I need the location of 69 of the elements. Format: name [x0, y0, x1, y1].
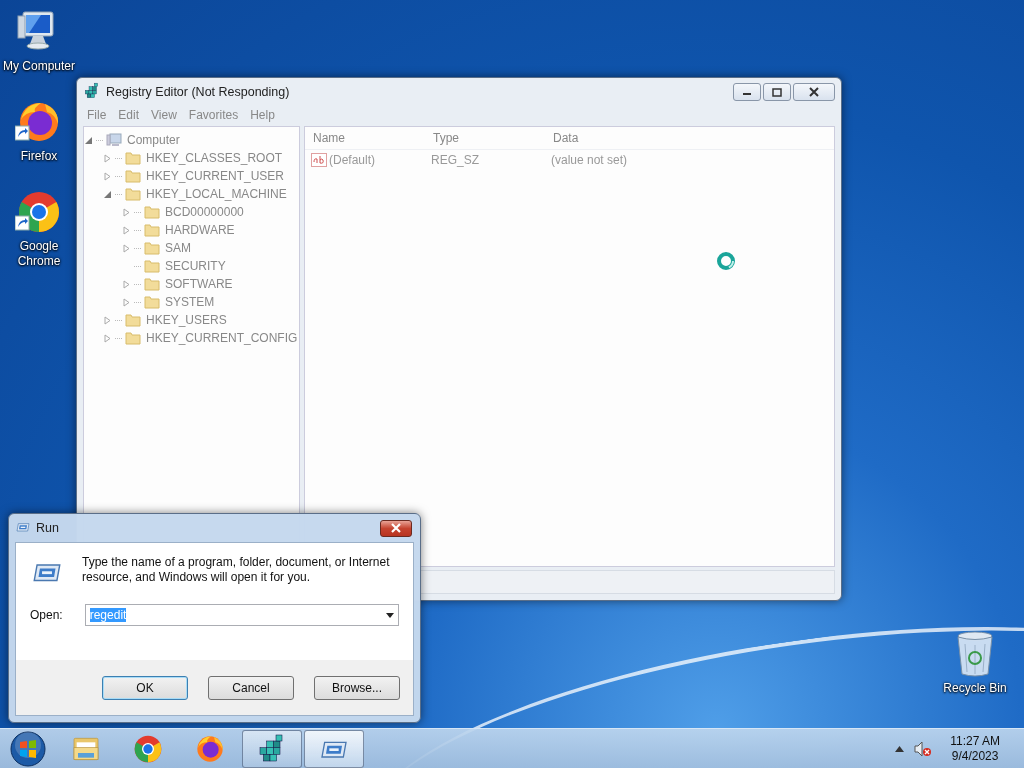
- run-instructions: Type the name of a program, folder, document, or Internet resource, and Windows will open it for you.: [82, 555, 391, 586]
- show-hidden-icons-icon[interactable]: [895, 746, 905, 752]
- clock-date[interactable]: 9/4/2023: [951, 749, 999, 764]
- value-data: (value not set): [551, 153, 629, 167]
- open-combo-field[interactable]: regedit: [84, 604, 399, 626]
- folder-icon: [125, 151, 141, 165]
- dropdown-caret-icon[interactable]: [386, 612, 394, 618]
- desktop-icon-label[interactable]: Recycle Bin: [943, 681, 1007, 696]
- desktop-icon-label[interactable]: Google Chrome: [0, 239, 78, 269]
- close-button[interactable]: [380, 519, 412, 537]
- folder-icon: [144, 259, 160, 273]
- folder-icon: [125, 187, 141, 201]
- tree-item[interactable]: SECURITY: [163, 259, 226, 273]
- tree-item[interactable]: HKEY_CLASSES_ROOT: [144, 151, 283, 165]
- tree-item[interactable]: HARDWARE: [163, 223, 235, 237]
- menu-item[interactable]: Favorites: [182, 108, 245, 122]
- tree-item[interactable]: HKEY_USERS: [144, 313, 227, 327]
- folder-icon: [144, 241, 160, 255]
- desktop-icon-label[interactable]: Firefox: [20, 149, 58, 164]
- value-name[interactable]: (Default): [329, 153, 375, 167]
- busy-cursor-icon: [716, 251, 736, 271]
- column-header[interactable]: Name: [313, 131, 433, 145]
- firefox-icon: [194, 733, 226, 765]
- start-button[interactable]: [9, 730, 47, 768]
- recycle-bin-icon[interactable]: [955, 630, 995, 678]
- open-label: Open:: [30, 608, 63, 622]
- folder-icon: [125, 313, 141, 327]
- tree-item[interactable]: SOFTWARE: [163, 277, 233, 291]
- folder-icon: [144, 277, 160, 291]
- folder-icon: [125, 331, 141, 345]
- clock-time[interactable]: 11:27 AM: [950, 734, 1000, 749]
- taskbar-regedit-button[interactable]: [242, 730, 302, 768]
- folder-icon: [125, 169, 141, 183]
- folder-icon: [144, 205, 160, 219]
- tree-item[interactable]: SAM: [163, 241, 191, 255]
- menu-item[interactable]: File: [81, 108, 113, 122]
- close-button[interactable]: [793, 83, 835, 101]
- dialog-button[interactable]: Browse...: [314, 675, 400, 700]
- menu-item[interactable]: Edit: [112, 108, 146, 122]
- chrome-icon: [132, 733, 164, 765]
- folder-icon: [144, 295, 160, 309]
- column-header[interactable]: Data: [553, 131, 834, 145]
- taskbar-run-button[interactable]: [304, 730, 364, 768]
- tree-item[interactable]: HKEY_CURRENT_USER: [144, 169, 285, 183]
- folder-icon: [144, 223, 160, 237]
- minimize-button[interactable]: [733, 83, 761, 101]
- collapse-icon[interactable]: [84, 135, 93, 145]
- column-header[interactable]: Type: [433, 131, 553, 145]
- string-value-icon: [311, 153, 327, 167]
- close-icon: [808, 87, 820, 97]
- window-title: Run: [36, 521, 60, 535]
- menu-item[interactable]: Help: [244, 108, 281, 122]
- maximize-button[interactable]: [763, 83, 791, 101]
- tree-item[interactable]: SYSTEM: [163, 295, 215, 309]
- tree-item[interactable]: Computer: [125, 133, 180, 147]
- value-type: REG_SZ: [431, 153, 480, 167]
- close-icon: [390, 523, 402, 533]
- menu-item[interactable]: View: [145, 108, 183, 122]
- desktop-icon-label[interactable]: My Computer: [3, 59, 75, 74]
- muted-speaker-icon[interactable]: [914, 741, 933, 757]
- tree-item[interactable]: HKEY_LOCAL_MACHINE: [144, 187, 287, 201]
- dialog-button[interactable]: OK: [102, 675, 188, 700]
- computer-icon: [106, 133, 122, 147]
- tree-item[interactable]: HKEY_CURRENT_CONFIG: [144, 331, 298, 345]
- collapse-icon[interactable]: [103, 189, 112, 199]
- maximize-icon: [772, 87, 782, 97]
- window-title: Registry Editor (Not Responding): [106, 85, 291, 99]
- dialog-button[interactable]: Cancel: [208, 675, 294, 700]
- tree-item[interactable]: BCD00000000: [163, 205, 244, 219]
